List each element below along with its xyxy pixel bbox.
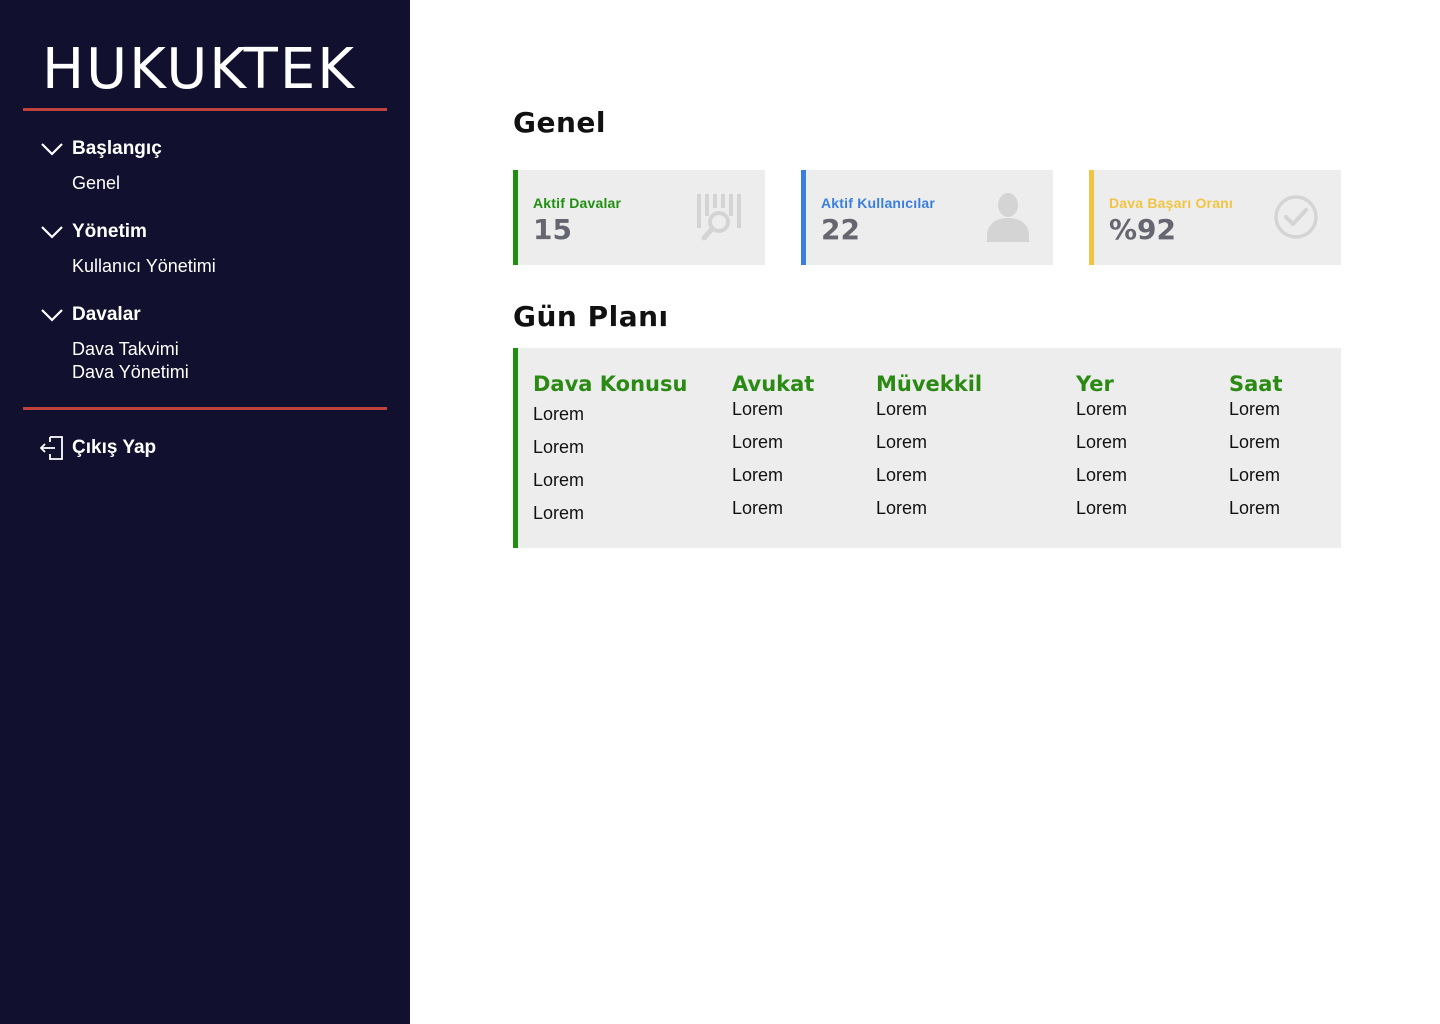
card-accent-bar <box>513 170 518 265</box>
column-saat: Saat Lorem Lorem Lorem Lorem <box>1229 370 1283 525</box>
table-cell: Lorem <box>1229 432 1281 452</box>
table-cell: Lorem <box>1229 399 1281 419</box>
brand-logo[interactable]: HUKUKTEK <box>42 38 356 102</box>
table-cell: Lorem <box>1076 399 1128 419</box>
logout-label: Çıkış Yap <box>72 437 157 458</box>
column-header[interactable]: Dava Konusu <box>533 370 687 398</box>
nav-group-davalar: Davalar Dava Takvimi Dava Yönetimi <box>40 303 189 384</box>
nav-group-label: Başlangıç <box>72 138 162 159</box>
card-label: Aktif Kullanıcılar <box>821 195 936 211</box>
page-title-genel: Genel <box>513 106 606 139</box>
user-icon <box>987 193 1029 242</box>
nav-group-baslangic: Başlangıç Genel <box>40 137 162 195</box>
card-accent-bar <box>1089 170 1094 265</box>
sidebar-item-dava-yonetimi[interactable]: Dava Yönetimi <box>72 361 189 384</box>
card-value: 22 <box>821 213 860 246</box>
sidebar-item-kullanici-yonetimi[interactable]: Kullanıcı Yönetimi <box>72 255 216 278</box>
table-cell: Lorem <box>533 470 585 490</box>
card-value: 15 <box>533 213 572 246</box>
page-title-gun-plani: Gün Planı <box>513 300 669 333</box>
nav-group-header-davalar[interactable]: Davalar <box>40 303 189 327</box>
nav-group-header-baslangic[interactable]: Başlangıç <box>40 137 162 161</box>
table-cell: Lorem <box>876 498 928 518</box>
column-avukat: Avukat Lorem Lorem Lorem Lorem <box>732 370 814 525</box>
chevron-down-icon <box>41 309 63 322</box>
table-cell: Lorem <box>1076 465 1128 485</box>
card-value: %92 <box>1109 213 1177 246</box>
column-dava-konusu: Dava Konusu Lorem Lorem Lorem Lorem <box>533 370 687 530</box>
sidebar-item-dava-takvimi[interactable]: Dava Takvimi <box>72 338 189 361</box>
table-cell: Lorem <box>1229 498 1281 518</box>
logout-button[interactable]: Çıkış Yap <box>38 435 156 461</box>
card-accent-bar <box>801 170 806 265</box>
sidebar-item-genel[interactable]: Genel <box>72 172 162 195</box>
table-cell: Lorem <box>876 465 928 485</box>
column-yer: Yer Lorem Lorem Lorem Lorem <box>1076 370 1127 525</box>
case-search-icon <box>697 194 741 241</box>
table-cell: Lorem <box>533 437 585 457</box>
chevron-down-icon <box>41 226 63 239</box>
stat-card-success-rate[interactable]: Dava Başarı Oranı %92 <box>1089 170 1341 265</box>
table-accent-bar <box>513 348 518 548</box>
table-cell: Lorem <box>732 432 784 452</box>
nav-group-label: Davalar <box>72 304 141 325</box>
sidebar: HUKUKTEK Başlangıç Genel Yönetim Kullanı… <box>0 0 410 1024</box>
check-circle-icon <box>1274 195 1318 239</box>
table-cell: Lorem <box>732 498 784 518</box>
sidebar-divider-bottom <box>23 407 387 410</box>
table-cell: Lorem <box>1076 498 1128 518</box>
nav-group-header-yonetim[interactable]: Yönetim <box>40 220 216 244</box>
day-plan-table: Dava Konusu Lorem Lorem Lorem Lorem Avuk… <box>513 348 1341 548</box>
table-cell: Lorem <box>876 432 928 452</box>
sidebar-divider-top <box>23 108 387 111</box>
chevron-down-icon <box>41 143 63 156</box>
stat-card-active-cases[interactable]: Aktif Davalar 15 <box>513 170 765 265</box>
table-cell: Lorem <box>533 503 585 523</box>
card-label: Aktif Davalar <box>533 195 622 211</box>
table-cell: Lorem <box>1229 465 1281 485</box>
table-cell: Lorem <box>533 404 585 424</box>
logout-icon <box>39 436 63 460</box>
nav-group-label: Yönetim <box>72 221 147 242</box>
column-muvekkil: Müvekkil Lorem Lorem Lorem Lorem <box>876 370 982 525</box>
stat-card-active-users[interactable]: Aktif Kullanıcılar 22 <box>801 170 1053 265</box>
table-cell: Lorem <box>732 465 784 485</box>
app: HUKUKTEK Başlangıç Genel Yönetim Kullanı… <box>0 0 1440 1024</box>
card-label: Dava Başarı Oranı <box>1109 195 1234 211</box>
nav-group-yonetim: Yönetim Kullanıcı Yönetimi <box>40 220 216 278</box>
table-cell: Lorem <box>1076 432 1128 452</box>
